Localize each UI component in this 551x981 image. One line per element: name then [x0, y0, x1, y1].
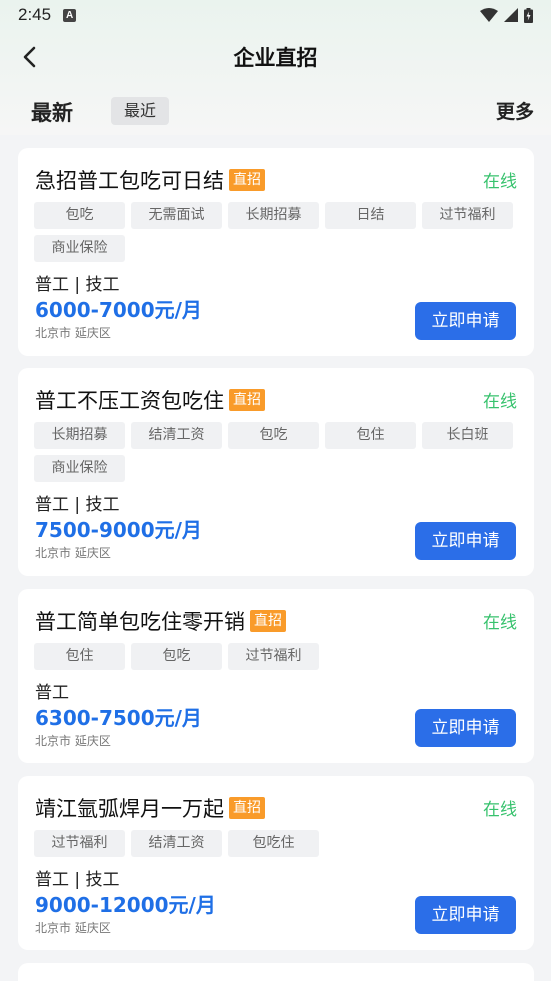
nav-bar: 企业直招 — [0, 30, 551, 86]
job-tag: 商业保险 — [34, 455, 125, 482]
job-tag: 过节福利 — [34, 830, 125, 857]
job-salary: 6300-7500元/月 — [35, 706, 202, 730]
page-title: 企业直招 — [233, 46, 318, 70]
direct-hire-badge: 直招 — [250, 610, 286, 632]
job-title: 普工简单包吃住零开销 — [35, 610, 245, 634]
notification-a-icon: A — [63, 8, 77, 22]
job-card[interactable]: 普工简单包吃住零开销 直招 在线 包住 包吃 过节福利 普工 6300-7500… — [18, 589, 534, 763]
job-salary: 9000-12000元/月 — [35, 893, 216, 917]
online-status: 在线 — [483, 172, 517, 192]
job-salary: 7500-9000元/月 — [35, 518, 202, 542]
more-button[interactable]: 更多 — [496, 97, 534, 124]
job-location: 北京市 延庆区 — [35, 921, 111, 935]
job-type: 普工 | 技工 — [35, 870, 120, 890]
job-card[interactable]: 普工不压工资包吃住 直招 在线 长期招募 结清工资 包吃 包住 长白班 商业保险… — [18, 368, 534, 576]
job-title-row: 普工不压工资包吃住 直招 — [35, 385, 265, 415]
online-status: 在线 — [483, 392, 517, 412]
job-tag: 包吃住 — [228, 830, 319, 857]
job-tag: 长期招募 — [228, 202, 319, 229]
job-salary: 6000-7000元/月 — [35, 298, 202, 322]
job-type: 普工 | 技工 — [35, 495, 120, 515]
job-tag: 长期招募 — [34, 422, 125, 449]
job-card[interactable] — [18, 963, 534, 981]
job-type: 普工 | 技工 — [35, 275, 120, 295]
job-location: 北京市 延庆区 — [35, 734, 111, 748]
job-tag: 结清工资 — [131, 830, 222, 857]
job-title: 急招普工包吃可日结 — [35, 169, 224, 193]
online-status: 在线 — [483, 613, 517, 633]
apply-button[interactable]: 立即申请 — [415, 522, 516, 560]
job-card[interactable]: 急招普工包吃可日结 直招 在线 包吃 无需面试 长期招募 日结 过节福利 商业保… — [18, 148, 534, 356]
job-tag: 包吃 — [228, 422, 319, 449]
tab-recent[interactable]: 最近 — [111, 97, 170, 125]
job-tag: 长白班 — [422, 422, 513, 449]
job-tag: 包住 — [325, 422, 416, 449]
job-tags: 包吃 无需面试 长期招募 日结 过节福利 商业保险 — [34, 202, 524, 262]
status-icons — [480, 7, 533, 23]
status-time: 2:45 — [18, 5, 52, 24]
job-tags: 过节福利 结清工资 包吃住 — [34, 830, 524, 857]
job-title-row: 急招普工包吃可日结 直招 — [35, 165, 265, 195]
filter-bar: 最新 最近 更多 — [0, 86, 551, 134]
job-tags: 包住 包吃 过节福利 — [34, 643, 524, 670]
job-type: 普工 — [35, 683, 69, 703]
apply-button[interactable]: 立即申请 — [415, 709, 516, 747]
direct-hire-badge: 直招 — [229, 389, 265, 411]
job-tag: 包吃 — [34, 202, 125, 229]
job-tag: 无需面试 — [131, 202, 222, 229]
job-tag: 商业保险 — [34, 235, 125, 262]
battery-icon — [524, 7, 533, 23]
direct-hire-badge: 直招 — [229, 797, 265, 819]
job-title-row: 普工简单包吃住零开销 直招 — [35, 606, 286, 636]
tab-newest[interactable]: 最新 — [31, 97, 73, 127]
job-title-row: 靖江氩弧焊月一万起 直招 — [35, 793, 265, 823]
wifi-icon — [480, 8, 498, 22]
job-tag: 包吃 — [131, 643, 222, 670]
job-location: 北京市 延庆区 — [35, 546, 111, 560]
job-tag: 过节福利 — [422, 202, 513, 229]
job-tag: 结清工资 — [131, 422, 222, 449]
online-status: 在线 — [483, 800, 517, 820]
direct-hire-badge: 直招 — [229, 169, 265, 191]
job-tag: 日结 — [325, 202, 416, 229]
status-bar: 2:45 A — [0, 0, 551, 30]
job-tag: 过节福利 — [228, 643, 319, 670]
signal-icon — [504, 8, 518, 22]
job-tag: 包住 — [34, 643, 125, 670]
apply-button[interactable]: 立即申请 — [415, 896, 516, 934]
job-card[interactable]: 靖江氩弧焊月一万起 直招 在线 过节福利 结清工资 包吃住 普工 | 技工 90… — [18, 776, 534, 950]
job-title: 普工不压工资包吃住 — [35, 389, 224, 413]
job-title: 靖江氩弧焊月一万起 — [35, 797, 224, 821]
job-tags: 长期招募 结清工资 包吃 包住 长白班 商业保险 — [34, 422, 524, 482]
job-location: 北京市 延庆区 — [35, 326, 111, 340]
apply-button[interactable]: 立即申请 — [415, 302, 516, 340]
